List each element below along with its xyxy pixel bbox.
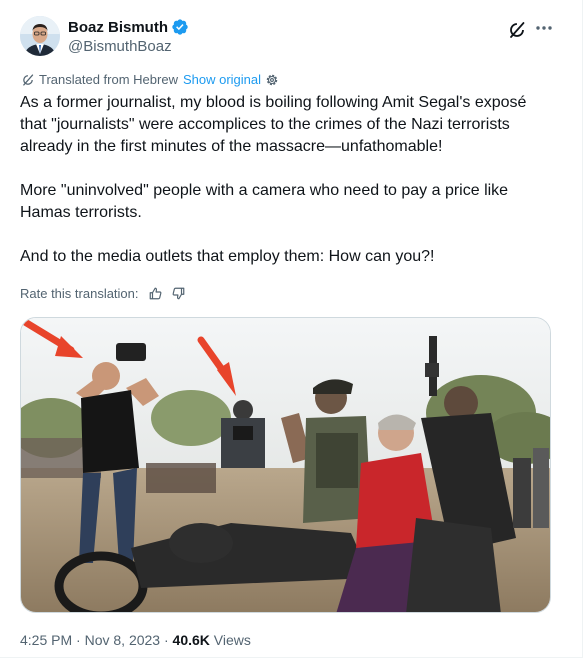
translate-icon — [21, 73, 35, 87]
tweet-time[interactable]: 4:25 PM — [20, 632, 72, 648]
tweet-paragraph: More "uninvolved" people with a camera w… — [20, 182, 509, 221]
tweet-text: As a former journalist, my blood is boil… — [20, 92, 540, 268]
author-name-row[interactable]: Boaz Bismuth — [68, 18, 189, 36]
tweet-photo[interactable] — [20, 317, 551, 613]
show-original-link[interactable]: Show original — [183, 72, 261, 87]
tweet-paragraph: As a former journalist, my blood is boil… — [20, 94, 527, 155]
translated-label: Translated from Hebrew — [39, 72, 178, 87]
avatar[interactable] — [20, 16, 60, 56]
author-handle[interactable]: @BismuthBoaz — [68, 38, 172, 55]
views-label: Views — [213, 632, 251, 648]
meta-separator: · — [76, 632, 81, 648]
translation-notice: Translated from Hebrew Show original — [21, 72, 279, 87]
verified-badge-icon[interactable] — [171, 18, 189, 36]
thumbs-up-icon[interactable] — [148, 286, 163, 301]
settings-icon[interactable] — [265, 73, 279, 87]
more-icon[interactable] — [534, 18, 554, 38]
author-name[interactable]: Boaz Bismuth — [68, 19, 168, 36]
tweet-paragraph: And to the media outlets that employ the… — [20, 248, 435, 265]
grok-icon[interactable] — [507, 20, 527, 40]
rate-translation: Rate this translation: — [20, 286, 186, 301]
rate-label: Rate this translation: — [20, 286, 139, 301]
thumbs-down-icon[interactable] — [171, 286, 186, 301]
tweet-date[interactable]: Nov 8, 2023 — [85, 632, 161, 648]
views-count: 40.6K — [172, 632, 210, 648]
tweet-meta: 4:25 PM · Nov 8, 2023 · 40.6K Views — [20, 632, 251, 648]
meta-separator: · — [163, 632, 169, 648]
